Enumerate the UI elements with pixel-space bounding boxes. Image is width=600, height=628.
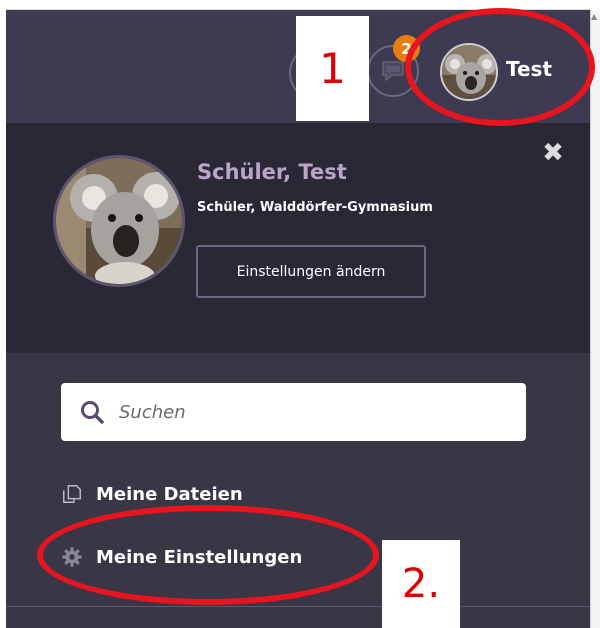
koala-profile-image <box>56 158 182 284</box>
profile-subtitle: Schüler, Walddörfer-Gymnasium <box>197 200 433 215</box>
menu-item-label: Meine Dateien <box>96 483 243 505</box>
annotation-step-1: 1 <box>296 16 369 121</box>
search-input[interactable] <box>119 383 519 441</box>
edit-settings-button[interactable]: Einstellungen ändern <box>196 245 426 298</box>
gear-icon <box>60 545 84 569</box>
scroll-up-arrow-icon[interactable]: ▲ <box>591 13 599 21</box>
menu-item-label: Meine Einstellungen <box>96 546 303 568</box>
menu-item-my-settings[interactable]: Meine Einstellungen <box>60 541 302 573</box>
profile-avatar <box>53 155 185 287</box>
scrollbar[interactable] <box>590 10 600 628</box>
chat-icon <box>382 61 404 82</box>
close-icon[interactable]: ✖ <box>541 140 565 166</box>
header-user-name[interactable]: Test <box>506 57 552 81</box>
profile-name: Schüler, Test <box>197 160 347 184</box>
menu-item-my-files[interactable]: Meine Dateien <box>60 478 243 510</box>
search-icon <box>81 401 104 424</box>
annotation-step-2: 2. <box>382 540 460 628</box>
screenshot-stage: 2 Test 1 ✖ Schüler, Test Schüler, Walddö… <box>0 0 600 628</box>
files-icon <box>60 482 84 506</box>
menu-panel-footer <box>6 606 590 628</box>
notification-badge: 2 <box>393 35 420 62</box>
search-box[interactable] <box>61 383 526 441</box>
avatar[interactable] <box>440 43 498 101</box>
